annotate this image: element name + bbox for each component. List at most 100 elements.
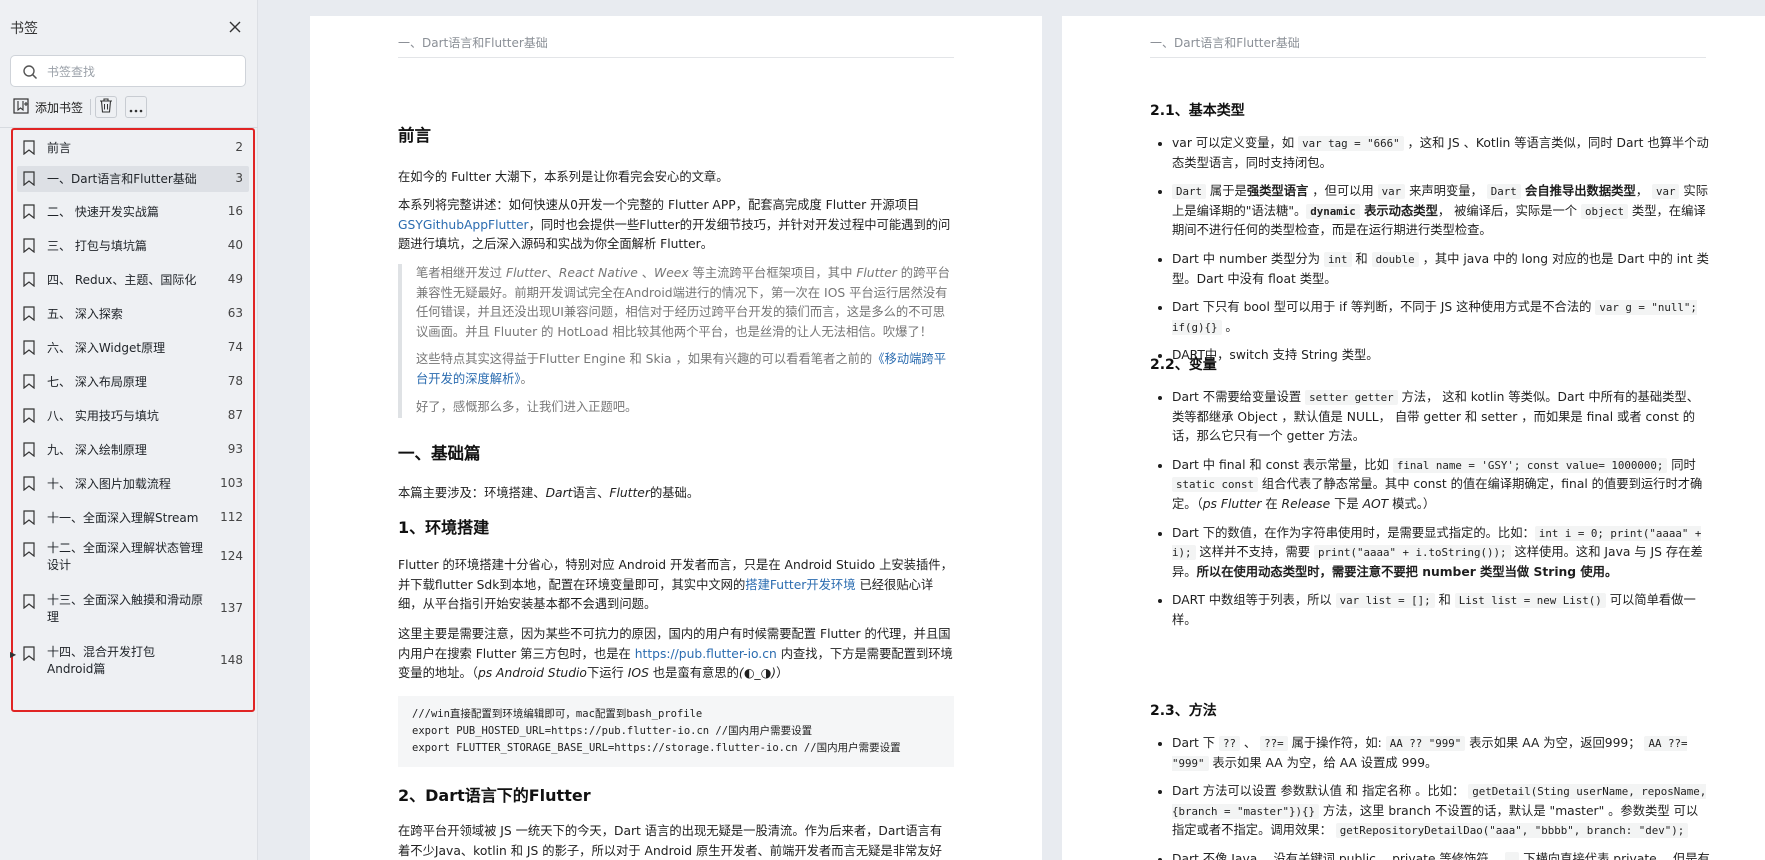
bookmark-page: 112: [220, 510, 243, 524]
text: Dart 中 final 和 const 表示常量，比如: [1172, 457, 1393, 472]
text: 笔者相继开发过: [416, 266, 506, 280]
bookmark-label: 六、 深入Widget原理: [47, 341, 166, 355]
text: ， 被编译后，实际是一个: [1437, 203, 1581, 218]
list-item: Dart 下只有 bool 型可以用于 if 等判断，不同于 JS 这种使用方式…: [1172, 298, 1710, 337]
bookmark-label: 十、 深入图片加载流程: [47, 477, 171, 491]
bookmark-search-input[interactable]: [47, 62, 237, 82]
bookmark-icon: [23, 646, 35, 661]
heading-basic: 一、基础篇: [398, 444, 481, 463]
text: 下是: [1330, 496, 1363, 511]
page-content: 2.1、基本类型 var 可以定义变量，如 var tag = "666" ，这…: [1150, 16, 1710, 860]
text: 这些特点其实这得益于Flutter Engine 和 Skia ，如果有兴趣的可…: [416, 352, 873, 367]
bookmark-icon: [23, 476, 35, 491]
inline-code: Dart: [1486, 184, 1521, 200]
bookmark-icon: [23, 510, 35, 525]
text: Flutter: [506, 266, 547, 280]
bookmark-item-ch8[interactable]: 八、 实用技巧与填坑 87: [17, 404, 249, 428]
bookmark-label: 前言: [47, 141, 72, 155]
text: 来声明变量，: [1405, 184, 1487, 199]
bookmark-label: 五、 深入探索: [47, 307, 123, 321]
text: 语言、: [572, 486, 610, 500]
expand-arrow-icon[interactable]: ▶: [10, 650, 16, 659]
bullet-list: var 可以定义变量，如 var tag = "666" ，这和 JS 、Kot…: [1150, 134, 1710, 375]
inline-code: getRepositoryDetailDao("aaa", "bbbb", br…: [1335, 823, 1689, 839]
text: ps Android Studio: [477, 666, 587, 681]
bookmark-item-ch12[interactable]: 十二、全面深入理解状态管理设计 124: [17, 538, 249, 578]
bookmark-item-ch5[interactable]: 五、 深入探索 63: [17, 302, 249, 326]
bookmark-item-ch13[interactable]: 十三、全面深入触摸和滑动原理 137: [17, 590, 249, 630]
bookmark-icon: [23, 594, 35, 609]
text: Dart 下: [1172, 736, 1219, 750]
bookmark-item-preface[interactable]: 前言 2: [17, 136, 249, 160]
more-options-button[interactable]: [125, 96, 148, 118]
text: Dart 方法可以设置 参数默认值 和 指定名称 。比如：: [1172, 784, 1469, 799]
bookmark-item-ch14[interactable]: ▶ 十四、混合开发打包 Android篇 148: [10, 642, 249, 682]
code-block: ///win直接配置到环境编辑即可，mac配置到bash_profile exp…: [398, 696, 954, 767]
bookmark-page: 3: [235, 171, 243, 185]
text: Dart 下的数值，在作为字符串使用时，是需要显式指定的。比如：: [1172, 525, 1535, 540]
list-item: Dart 中 number 类型分为 int 和 double ，其中 java…: [1172, 250, 1710, 289]
bookmark-page: 74: [227, 340, 243, 354]
bookmark-item-ch9[interactable]: 九、 深入绘制原理 93: [17, 438, 249, 462]
bookmark-search-field[interactable]: [10, 55, 246, 87]
paragraph: 本系列将完整讲述：如何快速从0开发一个完整的 Flutter APP，配套高完成…: [398, 196, 954, 255]
github-link[interactable]: GSYGithubAppFlutter: [398, 218, 529, 232]
heading-variables: 2.2、变量: [1150, 357, 1217, 373]
bookmark-list: 前言 2 一、Dart语言和Flutter基础 3 二、 快速开发实战篇 16 …: [10, 128, 255, 712]
paragraph: 本篇主要涉及：环境搭建、Dart语言、Flutter的基础。: [398, 484, 954, 504]
bookmark-page: 78: [227, 374, 243, 388]
bookmark-page: 40: [227, 238, 243, 252]
bookmark-page: 16: [227, 204, 243, 218]
bookmark-item-ch10[interactable]: 十、 深入图片加载流程 103: [17, 472, 249, 496]
text: 。: [1221, 319, 1238, 334]
list-item: DART 中数组等于列表，所以 var list = []; 和 List li…: [1172, 591, 1710, 630]
blockquote: 笔者相继开发过 Flutter、React Native 、Weex 等主流跨平…: [398, 264, 954, 418]
list-item: DART中，switch 支持 String 类型。: [1172, 346, 1710, 366]
bookmark-toolbar: 添加书签: [10, 96, 148, 118]
text: 本系列将完整讲述：如何快速从0开发一个完整的 Flutter APP，配套高完成…: [398, 198, 920, 212]
list-item: Dart 下 ?? 、 ??= 属于操作符，如: AA ?? "999" 表示如…: [1172, 734, 1710, 773]
quote-paragraph: 好了，感慨那么多，让我们进入正题吧。: [416, 399, 638, 414]
bullet-list: Dart 不需要给变量设置 setter getter 方法， 这和 kotli…: [1150, 388, 1710, 640]
pub-link[interactable]: https://pub.flutter-io.cn: [635, 647, 777, 661]
text: Dart 下只有 bool 型可以用于 if 等判断，不同于 JS 这种使用方式…: [1172, 300, 1596, 315]
bookmark-item-ch11[interactable]: 十一、全面深入理解Stream 112: [17, 506, 249, 530]
bookmark-item-ch3[interactable]: 三、 打包与填坑篇 40: [17, 234, 249, 258]
bullet-list: Dart 下 ?? 、 ??= 属于操作符，如: AA ?? "999" 表示如…: [1150, 734, 1710, 860]
bookmark-icon: [23, 408, 35, 423]
bookmark-item-ch1[interactable]: 一、Dart语言和Flutter基础 3: [17, 166, 249, 192]
delete-bookmark-button[interactable]: [95, 96, 118, 118]
text: Dart 中 number 类型分为: [1172, 251, 1324, 266]
heading-methods: 2.3、方法: [1150, 703, 1217, 719]
sidebar-title: 书签: [10, 21, 38, 37]
inline-code: var: [1377, 184, 1406, 200]
text: 所以在使用动态类型时，需要注意不要把 number 类型当做 String 使用…: [1196, 564, 1618, 579]
bookmark-item-ch7[interactable]: 七、 深入布局原理 78: [17, 370, 249, 394]
setup-link[interactable]: 搭建Futter开发环境: [745, 578, 855, 592]
bookmark-icon: [23, 272, 35, 287]
text: ，但可以用: [1308, 184, 1378, 199]
text: Dart 不需要给变量设置: [1172, 390, 1306, 404]
bookmark-label: 四、 Redux、主题、国际化: [47, 273, 197, 287]
close-icon[interactable]: [226, 18, 244, 36]
text: var 可以定义变量，如: [1172, 136, 1299, 150]
add-bookmark-button[interactable]: 添加书签: [10, 96, 86, 118]
text: 模式。）: [1388, 496, 1436, 511]
inline-code: var list = [];: [1335, 593, 1435, 609]
text: React Native: [558, 266, 638, 280]
bookmark-item-ch2[interactable]: 二、 快速开发实战篇 16: [17, 200, 249, 224]
bookmark-label: 八、 实用技巧与填坑: [47, 409, 159, 423]
paragraph: Flutter 的环境搭建十分省心，特别对应 Android 开发者而言，只是在…: [398, 556, 954, 615]
list-item: var 可以定义变量，如 var tag = "666" ，这和 JS 、Kot…: [1172, 134, 1710, 173]
list-item: Dart 不像 Java ，没有关键词 public 、private 等修饰符…: [1172, 850, 1710, 860]
bookmark-item-ch6[interactable]: 六、 深入Widget原理 74: [17, 336, 249, 360]
bookmark-label: 二、 快速开发实战篇: [47, 205, 159, 219]
text: (◐_◑): [738, 666, 777, 681]
text: 和: [1351, 251, 1372, 266]
text: Flutter: [856, 266, 897, 280]
text: Dart 不像 Java ，没有关键词 public 、private 等修饰符…: [1172, 851, 1505, 860]
text: Release: [1281, 496, 1331, 511]
add-bookmark-icon: [13, 97, 29, 117]
text: 表示如果 AA 为空，给 AA 设置成 999。: [1208, 755, 1438, 770]
bookmark-item-ch4[interactable]: 四、 Redux、主题、国际化 49: [17, 268, 249, 292]
